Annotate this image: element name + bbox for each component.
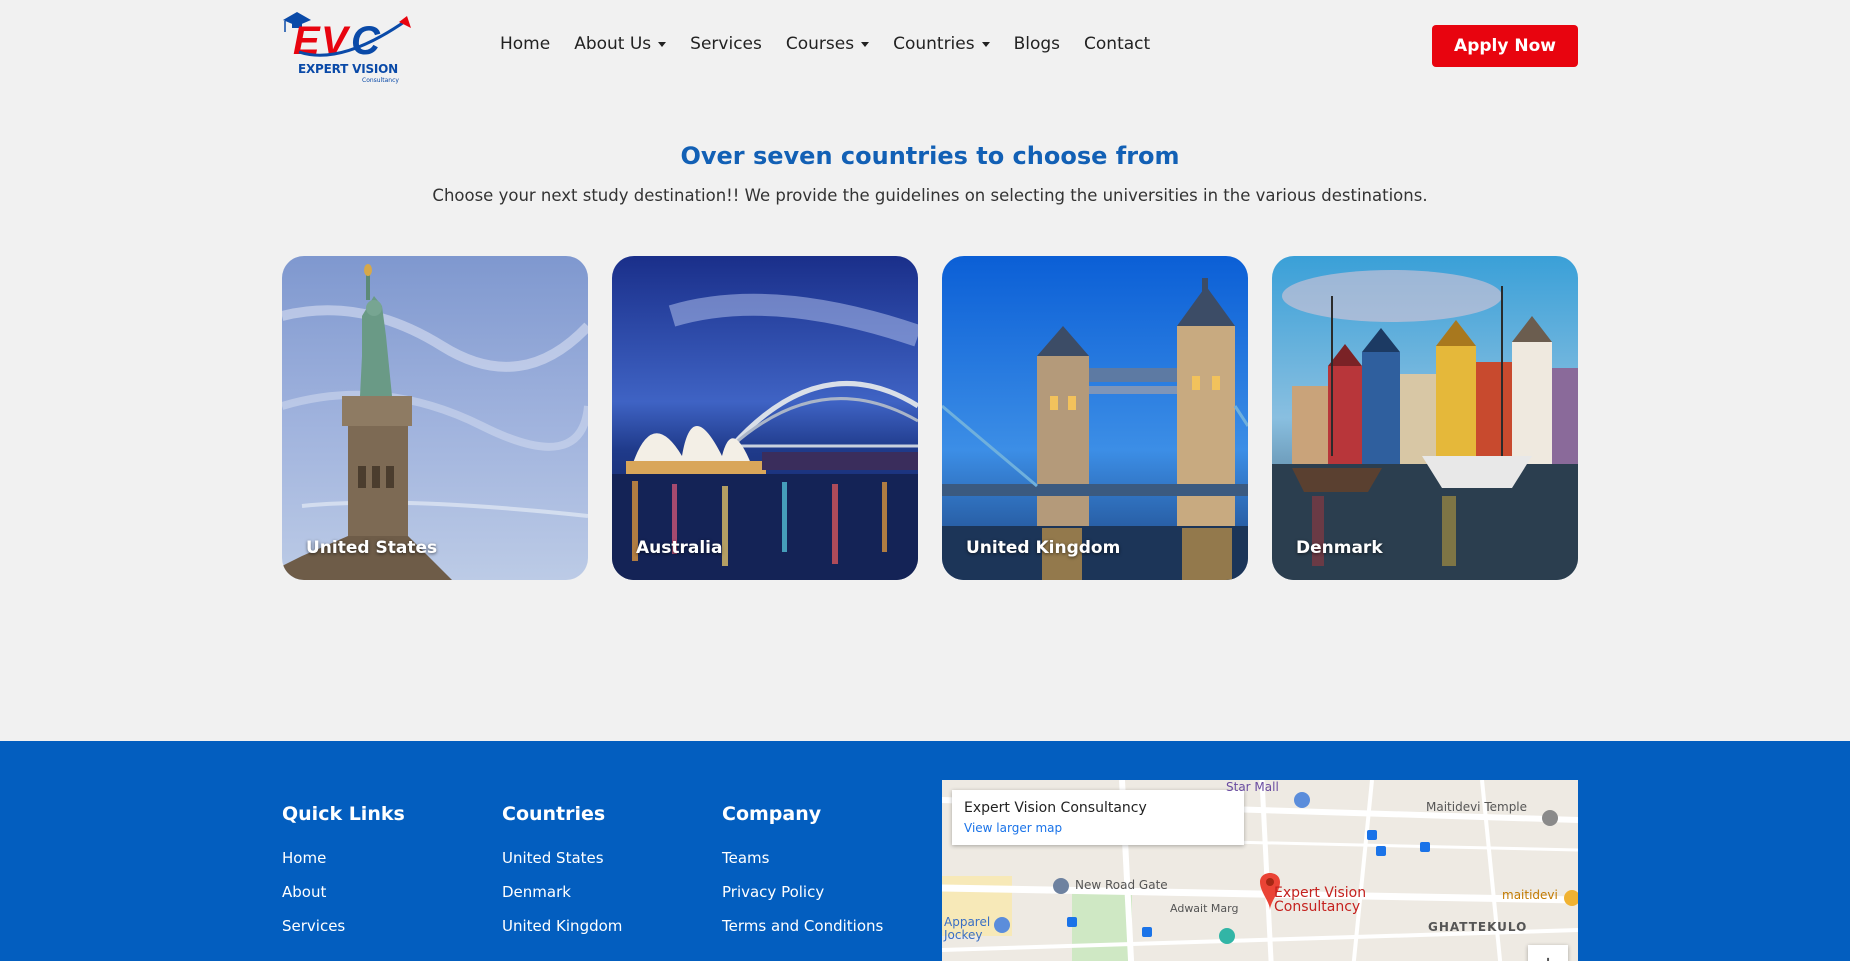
brand-name: EXPERT VISION — [298, 62, 399, 76]
country-card-australia[interactable]: Australia — [612, 256, 918, 580]
chevron-down-icon — [658, 41, 667, 47]
brand-tagline: Consultancy — [362, 77, 399, 84]
country-name: Denmark — [1296, 538, 1383, 558]
map-pin-label: Expert Vision Consultancy — [1274, 885, 1367, 915]
footer-link-services[interactable]: Services — [282, 917, 405, 951]
footer-heading: Countries — [502, 803, 606, 825]
footer-link-home[interactable]: Home — [282, 849, 405, 883]
apply-now-button[interactable]: Apply Now — [1432, 25, 1578, 67]
footer-company: Company Teams Privacy Policy Terms and C… — [722, 803, 883, 951]
map-label: Adwait Marg — [1170, 902, 1239, 915]
nav-blogs-label: Blogs — [1013, 34, 1061, 54]
footer-heading: Quick Links — [282, 803, 405, 825]
nav-services[interactable]: Services — [690, 34, 762, 54]
statue-of-liberty-image — [282, 256, 588, 580]
country-name: United States — [306, 538, 438, 558]
map-label: Star Mall — [1226, 780, 1279, 794]
nav-home[interactable]: Home — [500, 34, 550, 54]
footer: Quick Links Home About Services Countrie… — [0, 741, 1850, 961]
map-info-card: Expert Vision Consultancy View larger ma… — [952, 790, 1244, 845]
nav-courses[interactable]: Courses — [785, 34, 870, 54]
nav-services-label: Services — [690, 34, 762, 54]
nav-home-label: Home — [500, 34, 551, 54]
footer-quick-links: Quick Links Home About Services — [282, 803, 405, 951]
brand-logo[interactable]: E V C EXPERT VISION Consultancy — [281, 6, 413, 86]
map-zoom-in-button[interactable]: + — [1528, 945, 1568, 961]
nav-about-us-label: About Us — [574, 34, 652, 54]
section-description: Choose your next study destination!! We … — [432, 186, 1428, 205]
nav-countries-label: Countries — [893, 34, 975, 54]
map-label: Apparel Jockey — [944, 915, 991, 942]
view-larger-map-link[interactable]: View larger map — [964, 821, 1232, 835]
footer-link-terms[interactable]: Terms and Conditions — [722, 917, 883, 951]
section-title: Over seven countries to choose from — [680, 142, 1180, 170]
nav-countries[interactable]: Countries — [893, 34, 990, 54]
nyhavn-image — [1272, 256, 1578, 580]
footer-link-denmark[interactable]: Denmark — [502, 883, 622, 917]
country-name: United Kingdom — [966, 538, 1121, 558]
sydney-harbour-image — [612, 256, 918, 580]
footer-link-about[interactable]: About — [282, 883, 405, 917]
country-name: Australia — [636, 538, 723, 558]
country-cards: United States Australia United Kingdom D… — [282, 256, 1578, 580]
location-map[interactable]: Expert Vision Consultancy View larger ma… — [942, 780, 1578, 961]
footer-countries: Countries United States Denmark United K… — [502, 803, 622, 951]
map-label: New Road Gate — [1075, 878, 1168, 892]
nav-about-us[interactable]: About Us — [574, 34, 667, 54]
footer-link-united-kingdom[interactable]: United Kingdom — [502, 917, 622, 951]
svg-text:C: C — [351, 19, 381, 63]
country-card-denmark[interactable]: Denmark — [1272, 256, 1578, 580]
chevron-down-icon — [981, 41, 990, 47]
footer-link-privacy-policy[interactable]: Privacy Policy — [722, 883, 883, 917]
main-menu: Home About Us Services Courses Countries… — [500, 34, 1174, 54]
navbar: E V C EXPERT VISION Consultancy Home Abo… — [0, 0, 1850, 92]
country-card-united-states[interactable]: United States — [282, 256, 588, 580]
nav-blogs[interactable]: Blogs — [1014, 34, 1060, 54]
map-label: maitidevi — [1502, 888, 1558, 902]
map-place-name: Expert Vision Consultancy — [964, 800, 1147, 816]
footer-link-united-states[interactable]: United States — [502, 849, 622, 883]
footer-heading: Company — [722, 803, 822, 825]
nav-contact[interactable]: Contact — [1084, 34, 1150, 54]
nav-contact-label: Contact — [1084, 34, 1151, 54]
country-card-united-kingdom[interactable]: United Kingdom — [942, 256, 1248, 580]
nav-courses-label: Courses — [785, 34, 855, 54]
chevron-down-icon — [861, 41, 870, 47]
map-label: GHATTEKULO — [1428, 920, 1528, 934]
footer-link-teams[interactable]: Teams — [722, 849, 883, 883]
map-label: Maitidevi Temple — [1426, 800, 1528, 814]
tower-bridge-image — [942, 256, 1248, 580]
